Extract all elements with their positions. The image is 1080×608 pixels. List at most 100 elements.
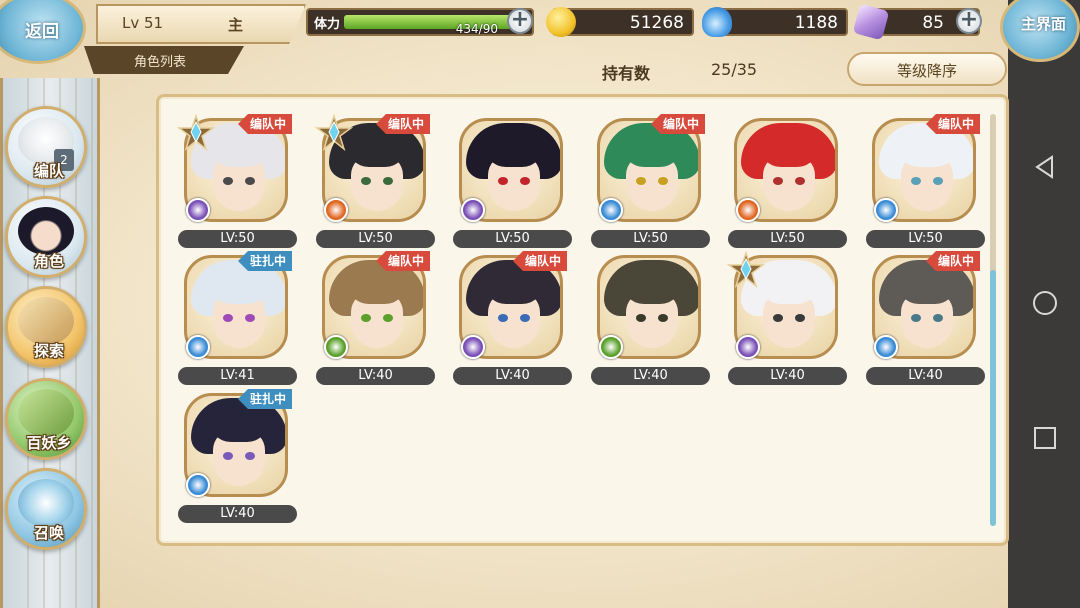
character-right-eye xyxy=(245,452,255,460)
character-card[interactable]: 编队中 LV:50 xyxy=(866,114,986,250)
element-attribute-icon xyxy=(186,335,210,359)
character-card[interactable]: 编队中 LV:40 xyxy=(453,251,573,387)
character-card[interactable]: 驻扎中 LV:41 xyxy=(178,251,298,387)
stamina-label: 体力 xyxy=(314,17,341,32)
nav-recent-icon[interactable] xyxy=(1032,425,1058,451)
character-level: LV:50 xyxy=(453,230,572,248)
in-team-status-tag: 编队中 xyxy=(650,114,705,134)
character-level: LV:40 xyxy=(866,367,985,385)
character-card[interactable]: 编队中 LV:50 xyxy=(176,114,298,250)
character-right-eye xyxy=(245,177,255,185)
character-card[interactable]: LV:50 xyxy=(728,116,848,250)
element-attribute-icon xyxy=(874,335,898,359)
in-team-status-tag: 编队中 xyxy=(925,114,980,134)
character-card[interactable]: LV:40 xyxy=(591,253,711,387)
character-level: LV:50 xyxy=(178,230,297,248)
system-nav-bar xyxy=(1008,0,1080,608)
gem-value: 85 xyxy=(922,13,944,33)
sort-button-label: 等级降序 xyxy=(897,62,958,80)
soul-fire-counter: 1188 xyxy=(702,7,848,37)
character-left-eye xyxy=(361,177,371,185)
character-left-eye xyxy=(636,314,646,322)
sidebar-item-explore[interactable]: 探索 xyxy=(5,286,87,368)
character-level: LV:50 xyxy=(591,230,710,248)
character-right-eye xyxy=(520,177,530,185)
gold-counter: 51268 xyxy=(546,7,694,37)
sidebar-item-characters[interactable]: 角色 xyxy=(5,196,87,278)
character-card[interactable]: 编队中 LV:40 xyxy=(866,251,986,387)
character-card[interactable]: 驻扎中 LV:40 xyxy=(178,389,298,525)
in-team-status-tag: 编队中 xyxy=(925,251,980,271)
gold-coin-icon xyxy=(546,7,576,37)
character-card[interactable]: LV:40 xyxy=(726,251,848,387)
sidebar-item-village[interactable]: 百妖乡 xyxy=(5,378,87,460)
character-left-eye xyxy=(636,177,646,185)
character-card[interactable]: 编队中 LV:40 xyxy=(316,251,436,387)
section-title: 角色列表 xyxy=(134,55,187,70)
blue-flame-icon xyxy=(702,7,732,37)
add-gems-button[interactable]: + xyxy=(956,8,982,34)
owned-count-value: 25/35 xyxy=(711,60,758,79)
character-right-eye xyxy=(933,314,943,322)
sidebar-item-summon[interactable]: 召唤 xyxy=(5,468,87,550)
character-right-eye xyxy=(383,177,393,185)
element-attribute-icon xyxy=(186,473,210,497)
sidebar-item-label: 编队 xyxy=(33,162,64,180)
character-right-eye xyxy=(658,177,668,185)
character-right-eye xyxy=(795,314,805,322)
sidebar-item-label: 召唤 xyxy=(33,524,64,542)
sidebar-item-team[interactable]: 2 编队 xyxy=(5,106,87,188)
scrollbar-thumb[interactable] xyxy=(990,270,996,526)
element-attribute-icon xyxy=(461,198,485,222)
character-icon xyxy=(18,207,74,255)
sidebar-item-label: 探索 xyxy=(33,342,64,360)
character-left-eye xyxy=(773,177,783,185)
sort-button[interactable]: 等级降序 xyxy=(847,52,1007,86)
character-level: LV:40 xyxy=(591,367,710,385)
soul-fire-value: 1188 xyxy=(794,13,838,33)
character-level: LV:40 xyxy=(316,367,435,385)
character-card[interactable]: LV:50 xyxy=(453,116,573,250)
character-level: LV:40 xyxy=(728,367,847,385)
character-card[interactable]: 编队中 LV:50 xyxy=(591,114,711,250)
summon-icon xyxy=(18,479,74,527)
gold-value: 51268 xyxy=(629,13,684,33)
element-attribute-icon xyxy=(874,198,898,222)
character-card[interactable]: 编队中 LV:50 xyxy=(314,114,436,250)
player-level: Lv 51 xyxy=(122,14,164,32)
player-level-plate: Lv 51 主 xyxy=(96,4,306,44)
character-level: LV:41 xyxy=(178,367,297,385)
character-level: LV:40 xyxy=(178,505,297,523)
in-team-status-tag: 编队中 xyxy=(375,251,430,271)
element-attribute-icon xyxy=(736,335,760,359)
character-left-eye xyxy=(361,314,371,322)
sidebar-item-label: 角色 xyxy=(33,252,64,270)
owned-count-label: 持有数 xyxy=(602,64,651,83)
in-team-status-tag: 编队中 xyxy=(375,114,430,134)
element-attribute-icon xyxy=(599,198,623,222)
character-left-eye xyxy=(223,314,233,322)
nav-home-icon[interactable] xyxy=(1032,290,1058,316)
element-attribute-icon xyxy=(324,335,348,359)
character-left-eye xyxy=(223,452,233,460)
add-stamina-button[interactable]: + xyxy=(507,8,533,34)
character-level: LV:50 xyxy=(316,230,435,248)
element-attribute-icon xyxy=(324,198,348,222)
character-left-eye xyxy=(498,177,508,185)
element-attribute-icon xyxy=(736,198,760,222)
character-left-eye xyxy=(773,314,783,322)
star-rank-icon xyxy=(726,251,766,289)
player-name: 主 xyxy=(228,16,244,34)
back-button-label: 返回 xyxy=(25,22,59,42)
character-right-eye xyxy=(933,177,943,185)
character-right-eye xyxy=(383,314,393,322)
element-attribute-icon xyxy=(599,335,623,359)
in-team-status-tag: 编队中 xyxy=(237,114,292,134)
character-left-eye xyxy=(223,177,233,185)
character-level: LV:50 xyxy=(866,230,985,248)
element-attribute-icon xyxy=(186,198,210,222)
nav-back-icon[interactable] xyxy=(1032,154,1058,180)
section-title-tab: 角色列表 xyxy=(84,46,244,74)
stamina-value: 434/90 xyxy=(455,22,498,36)
character-level: LV:40 xyxy=(453,367,572,385)
